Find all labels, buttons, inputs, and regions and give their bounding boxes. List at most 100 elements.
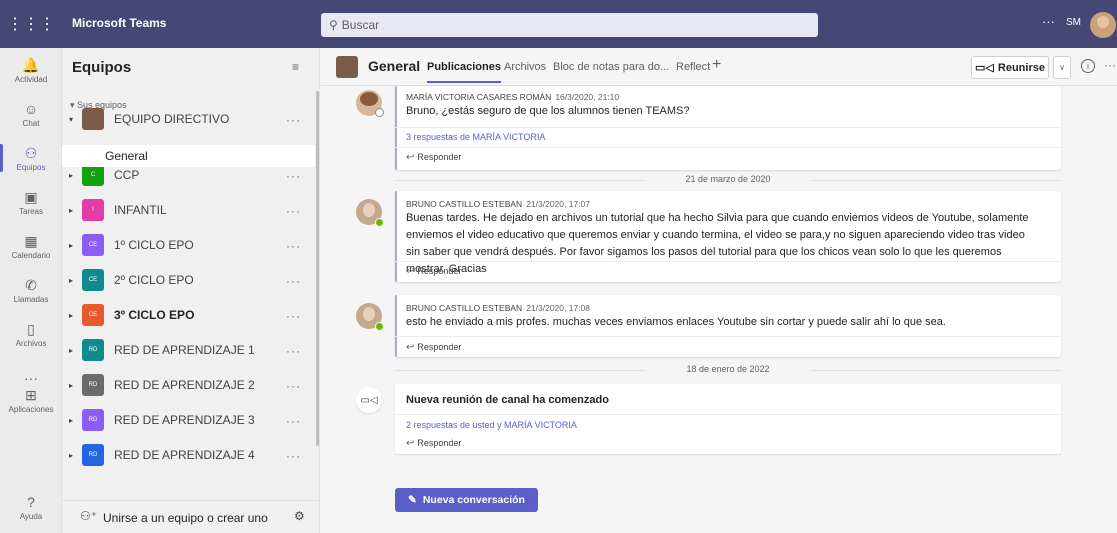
- channel-general[interactable]: General: [62, 145, 315, 167]
- header-more-button[interactable]: ···: [1104, 58, 1116, 72]
- chevron-right-icon[interactable]: ▸: [64, 171, 78, 180]
- chevron-right-icon[interactable]: ▸: [64, 381, 78, 390]
- rail-item-actividad[interactable]: 🔔 Actividad: [0, 48, 62, 92]
- team-more-icon[interactable]: ···: [286, 309, 301, 323]
- meet-button[interactable]: ▭◁ Reunirse: [971, 56, 1049, 79]
- message-author: MARÍA VICTORIA CASARES ROMÁN 16/3/2020, 2…: [406, 92, 620, 102]
- tab-archivos[interactable]: Archivos: [504, 61, 546, 73]
- message-card: MARÍA VICTORIA CASARES ROMÁN 16/3/2020, 2…: [395, 86, 1061, 170]
- team-more-icon[interactable]: ···: [286, 449, 301, 463]
- phone-icon: ✆: [25, 276, 37, 293]
- assignments-icon: ▣: [24, 188, 38, 205]
- rail-item-equipos[interactable]: ⚇ Equipos: [0, 136, 62, 180]
- titlebar-more-button[interactable]: ···: [1042, 14, 1055, 29]
- team-name: CCP: [114, 168, 140, 182]
- team-more-icon[interactable]: ···: [286, 379, 301, 393]
- app-rail: 🔔 Actividad ☺ Chat ⚇ Equipos ▣ Tareas ▦ Calendari…: [0, 48, 62, 533]
- reply-icon: ↩: [406, 342, 415, 353]
- team-more-icon[interactable]: ···: [286, 169, 301, 183]
- team-item[interactable]: ▾ EQUIPO DIRECTIVO ···: [62, 101, 315, 137]
- team-more-icon[interactable]: ···: [286, 113, 301, 127]
- replies-link[interactable]: 3 respuestas de MARÍA VICTORIA: [406, 132, 545, 142]
- chevron-right-icon[interactable]: ▸: [64, 346, 78, 355]
- app-launcher-icon[interactable]: ⋮⋮⋮: [0, 0, 62, 48]
- presence-icon: [375, 108, 384, 117]
- apps-icon: ⊞: [25, 386, 37, 403]
- team-tile: CE: [82, 234, 104, 256]
- message-timestamp: 21/3/2020, 17:08: [526, 303, 591, 313]
- chevron-right-icon[interactable]: ▸: [64, 416, 78, 425]
- rail-item-label: Ayuda: [19, 511, 43, 521]
- team-tile: RD: [82, 409, 104, 431]
- search-input[interactable]: ⚲ Buscar: [321, 13, 818, 37]
- reply-button[interactable]: ↩ Responder: [406, 438, 461, 449]
- team-item[interactable]: ▸ CE 2º CICLO EPO ···: [62, 262, 315, 298]
- message-card: BRUNO CASTILLO ESTEBAN 21/3/2020, 17:07 B…: [395, 191, 1061, 282]
- message-author: BRUNO CASTILLO ESTEBAN 21/3/2020, 17:07: [406, 199, 591, 209]
- team-item[interactable]: ▸ RD RED DE APRENDIZAJE 1 ···: [62, 332, 315, 368]
- team-more-icon[interactable]: ···: [286, 239, 301, 253]
- profile-avatar[interactable]: [1090, 12, 1116, 38]
- chevron-right-icon[interactable]: ▸: [64, 451, 78, 460]
- conversation-feed: MARÍA VICTORIA CASARES ROMÁN 16/3/2020, 2…: [321, 86, 1117, 533]
- user-initials[interactable]: SM: [1066, 17, 1081, 28]
- rail-item-archivos[interactable]: ▯ Archivos: [0, 312, 62, 356]
- team-name: INFANTIL: [114, 203, 167, 217]
- team-item[interactable]: ▸ RD RED DE APRENDIZAJE 3 ···: [62, 402, 315, 438]
- channel-label: General: [105, 149, 148, 163]
- team-name: EQUIPO DIRECTIVO: [114, 112, 230, 126]
- team-avatar: [336, 56, 358, 78]
- team-item[interactable]: ▸ RD RED DE APRENDIZAJE 2 ···: [62, 367, 315, 403]
- search-placeholder: Buscar: [341, 18, 380, 32]
- team-item[interactable]: ▸ I INFANTIL ···: [62, 192, 315, 228]
- team-more-icon[interactable]: ···: [286, 204, 301, 218]
- rail-item-label: Chat: [22, 118, 40, 128]
- chevron-right-icon[interactable]: ▸: [64, 206, 78, 215]
- team-more-icon[interactable]: ···: [286, 414, 301, 428]
- chevron-right-icon[interactable]: ▸: [64, 241, 78, 250]
- message-text: Buenas tardes. He dejado en archivos un …: [406, 212, 1029, 275]
- join-team-icon: ⚇⁺: [80, 509, 98, 523]
- teams-scrollbar[interactable]: [316, 91, 319, 446]
- replies-link[interactable]: 2 respuestas de usted y MARÍA VICTORIA: [406, 420, 577, 430]
- rail-item-chat[interactable]: ☺ Chat: [0, 92, 62, 136]
- join-create-team[interactable]: ⚇⁺ Unirse a un equipo o crear uno ⚙: [62, 500, 320, 533]
- info-icon[interactable]: i: [1081, 59, 1095, 73]
- filter-icon[interactable]: ≡: [292, 60, 299, 74]
- rail-item-label: Tareas: [18, 206, 43, 216]
- tab-publicaciones[interactable]: Publicaciones: [427, 61, 501, 83]
- reply-icon: ↩: [406, 152, 415, 163]
- meet-label: Reunirse: [997, 61, 1045, 74]
- tab-reflect[interactable]: Reflect: [676, 61, 710, 73]
- team-item[interactable]: ▸ RD RED DE APRENDIZAJE 4 ···: [62, 437, 315, 473]
- chevron-down-icon[interactable]: ▾: [64, 115, 78, 124]
- team-item[interactable]: ▸ CE 1º CICLO EPO ···: [62, 227, 315, 263]
- reply-button[interactable]: ↩ Responder: [406, 152, 461, 163]
- rail-item-ayuda[interactable]: ? Ayuda: [0, 485, 62, 529]
- add-tab-icon[interactable]: +: [712, 56, 721, 74]
- team-name: RED DE APRENDIZAJE 4: [114, 448, 255, 462]
- presence-icon: [375, 218, 384, 227]
- rail-item-llamadas[interactable]: ✆ Llamadas: [0, 268, 62, 312]
- chevron-right-icon[interactable]: ▸: [64, 311, 78, 320]
- team-name: 3º CICLO EPO: [114, 308, 195, 322]
- rail-item-aplicaciones[interactable]: ⊞ Aplicaciones: [0, 378, 62, 422]
- new-conversation-button[interactable]: ✎ Nueva conversación: [395, 488, 538, 512]
- meet-dropdown-chevron-icon[interactable]: ∨: [1053, 56, 1071, 79]
- teams-panel-title: Equipos: [72, 59, 132, 76]
- rail-item-label: Llamadas: [13, 294, 49, 304]
- date-separator: 18 de enero de 2022: [395, 364, 1061, 374]
- rail-item-calendario[interactable]: ▦ Calendario: [0, 224, 62, 268]
- reply-button[interactable]: ↩ Responder: [406, 266, 461, 277]
- team-more-icon[interactable]: ···: [286, 344, 301, 358]
- gear-icon[interactable]: ⚙: [294, 509, 305, 523]
- team-more-icon[interactable]: ···: [286, 274, 301, 288]
- team-tile: RD: [82, 444, 104, 466]
- team-item[interactable]: ▸ CE 3º CICLO EPO ···: [62, 297, 315, 333]
- chevron-right-icon[interactable]: ▸: [64, 276, 78, 285]
- meeting-title[interactable]: Nueva reunión de canal ha comenzado: [406, 394, 609, 406]
- tab-bloc-de-notas[interactable]: Bloc de notas para do...: [553, 61, 669, 73]
- team-name: RED DE APRENDIZAJE 3: [114, 413, 255, 427]
- reply-button[interactable]: ↩ Responder: [406, 342, 461, 353]
- rail-item-tareas[interactable]: ▣ Tareas: [0, 180, 62, 224]
